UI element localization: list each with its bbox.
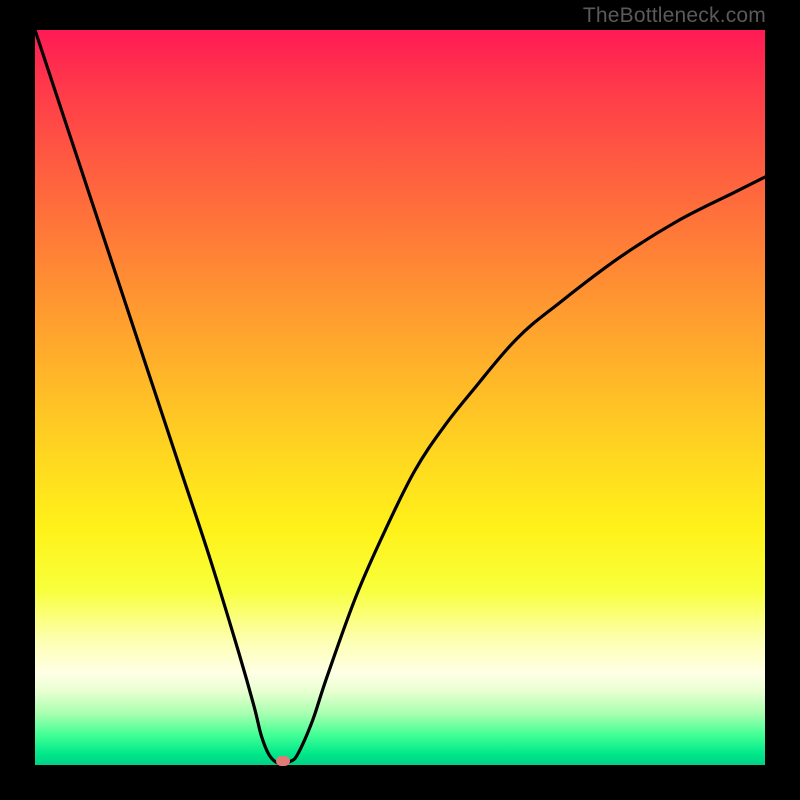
min-marker (276, 756, 290, 766)
bottleneck-curve (35, 30, 765, 764)
curve-svg (35, 30, 765, 765)
plot-area (35, 30, 765, 765)
watermark-text: TheBottleneck.com (583, 4, 766, 28)
chart-frame: TheBottleneck.com (0, 0, 800, 800)
